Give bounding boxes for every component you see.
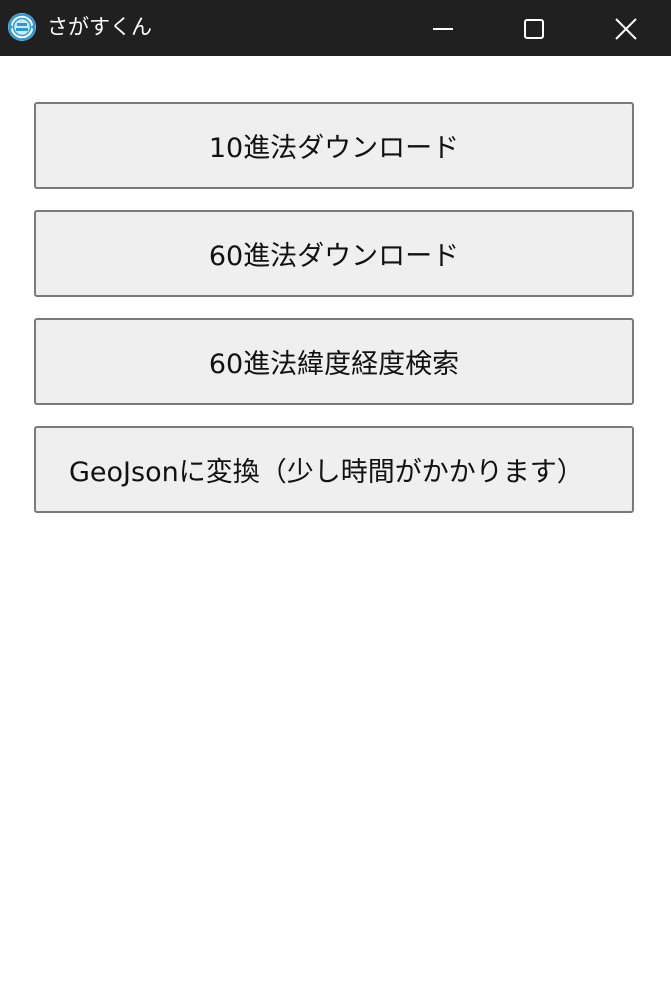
window-title: さがすくん [47, 15, 152, 39]
title-bar[interactable]: さがすくん [0, 0, 671, 56]
main-content: 10進法ダウンロード 60進法ダウンロード 60進法緯度経度検索 GeoJson… [0, 56, 671, 983]
app-window: さがすくん 10進法ダウンロード 60進法ダウンロード 60進法緯度経度検索 G… [0, 0, 671, 983]
maximize-button[interactable] [488, 0, 580, 56]
app-icon [7, 12, 37, 42]
convert-geojson-button[interactable]: GeoJsonに変換（少し時間がかかります） [34, 426, 634, 513]
sexagesimal-latlon-search-button[interactable]: 60進法緯度経度検索 [34, 318, 634, 405]
minimize-button[interactable] [397, 0, 489, 56]
download-decimal-button[interactable]: 10進法ダウンロード [34, 102, 634, 189]
close-button[interactable] [579, 0, 671, 56]
download-sexagesimal-button[interactable]: 60進法ダウンロード [34, 210, 634, 297]
